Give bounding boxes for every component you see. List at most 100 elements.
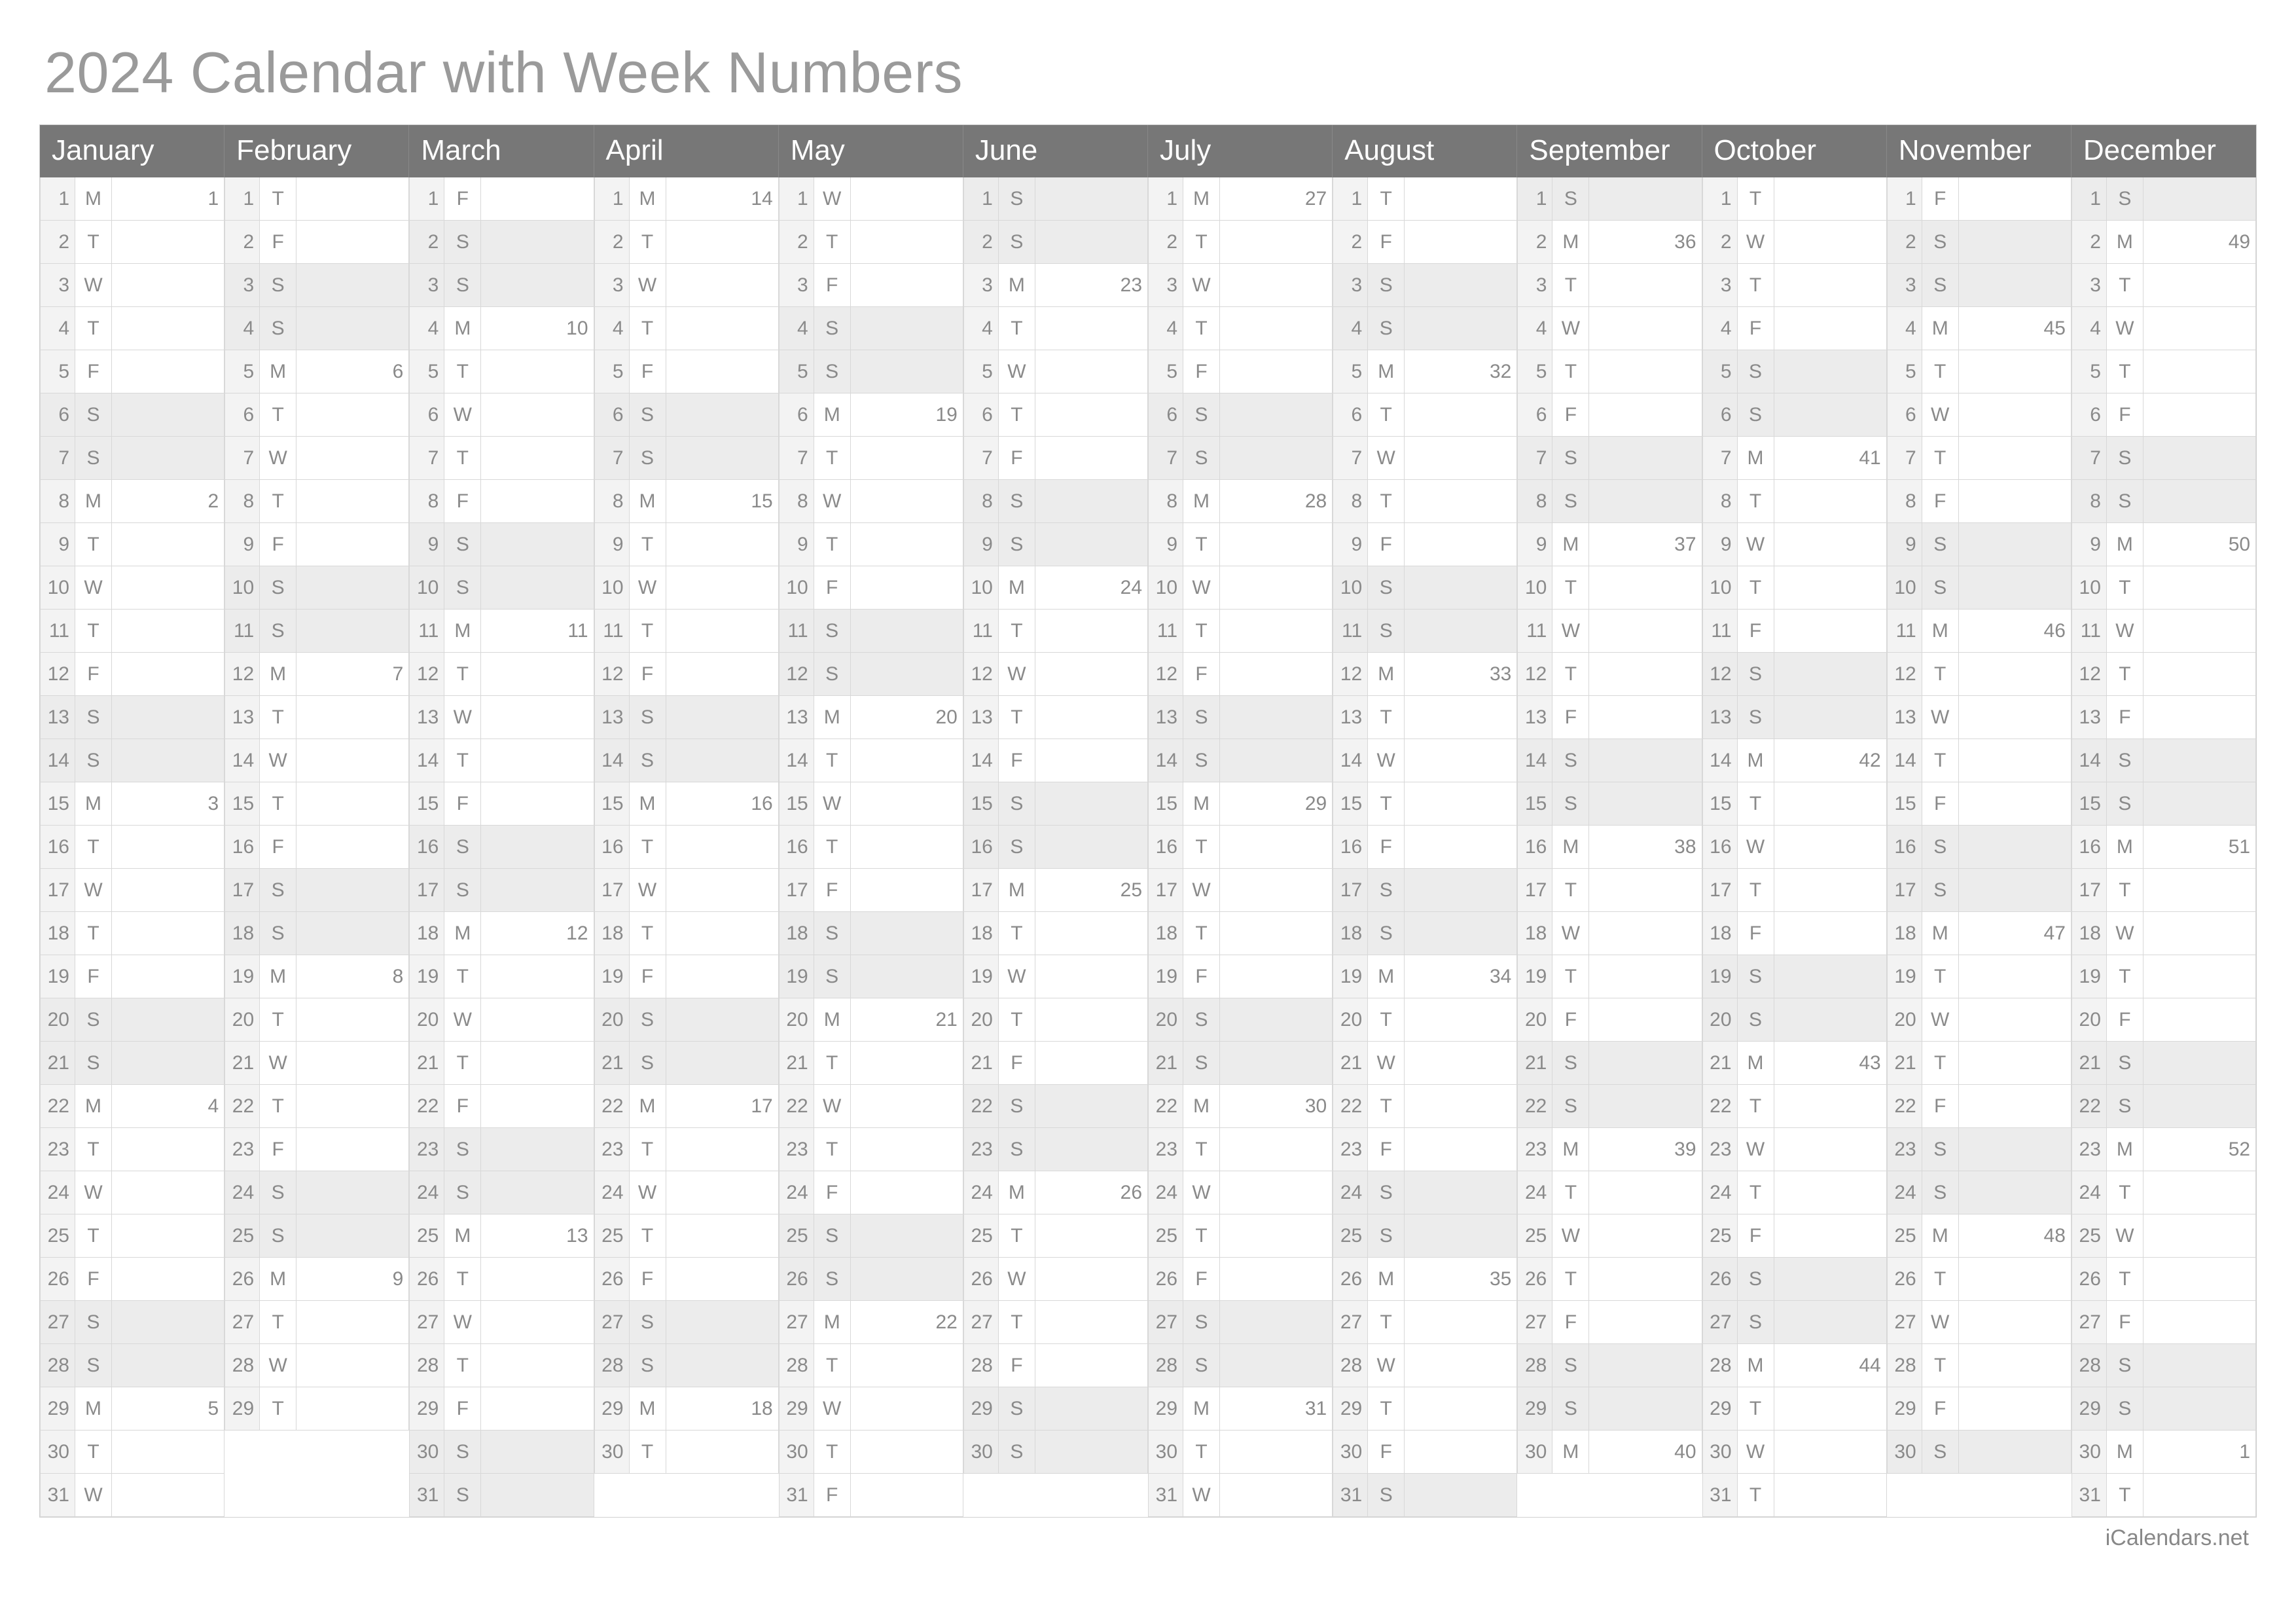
- week-number-cell: [666, 610, 779, 653]
- day-number: 13: [40, 696, 75, 739]
- week-number-cell: [1774, 566, 1887, 610]
- week-number-cell: [112, 350, 224, 393]
- day-number: 25: [2072, 1214, 2107, 1258]
- day-of-week: F: [1552, 998, 1589, 1042]
- week-number-cell: [481, 826, 594, 869]
- month-column: May1W2T3F4S5S6M197T8W9T10F11S12S13M2014T…: [779, 125, 963, 1517]
- week-number-cell: [1774, 610, 1887, 653]
- day-number: 18: [1148, 912, 1183, 955]
- day-row: 15M29: [1148, 782, 1333, 826]
- week-number-cell: [1589, 782, 1702, 826]
- week-number-cell: [1405, 1171, 1517, 1214]
- week-number-cell: [666, 566, 779, 610]
- day-row: 6S: [1148, 393, 1333, 437]
- day-number: 3: [963, 264, 999, 307]
- week-number-cell: [666, 264, 779, 307]
- day-number: 18: [779, 912, 814, 955]
- week-number-cell: [296, 264, 409, 307]
- day-number: 19: [1517, 955, 1552, 998]
- week-number-cell: [1959, 782, 2072, 826]
- day-of-week: F: [1552, 1301, 1589, 1344]
- day-of-week: T: [260, 177, 296, 221]
- day-number: 23: [963, 1128, 999, 1171]
- day-row: 9M37: [1517, 523, 1702, 566]
- day-of-week: T: [1738, 480, 1774, 523]
- day-of-week: T: [999, 998, 1035, 1042]
- day-number: 7: [1333, 437, 1368, 480]
- week-number-cell: [1405, 1214, 1517, 1258]
- day-of-week: F: [1368, 523, 1405, 566]
- day-row: 7S: [1148, 437, 1333, 480]
- day-row: 10F: [779, 566, 963, 610]
- week-number-cell: 1: [112, 177, 224, 221]
- day-number: [224, 1431, 260, 1474]
- day-number: 2: [594, 221, 630, 264]
- week-number-cell: [851, 955, 963, 998]
- day-number: 7: [1887, 437, 1922, 480]
- day-number: 15: [1887, 782, 1922, 826]
- day-row: 6W: [409, 393, 594, 437]
- day-of-week: F: [260, 826, 296, 869]
- day-of-week: S: [630, 437, 666, 480]
- day-number: 15: [2072, 782, 2107, 826]
- week-number-cell: [851, 869, 963, 912]
- day-of-week: T: [1738, 1171, 1774, 1214]
- day-number: 4: [1148, 307, 1183, 350]
- day-of-week: S: [1922, 566, 1959, 610]
- day-row: 29W: [779, 1387, 963, 1431]
- day-number: 7: [1148, 437, 1183, 480]
- week-number-cell: [296, 739, 409, 782]
- day-row: 16M38: [1517, 826, 1702, 869]
- day-number: 7: [779, 437, 814, 480]
- day-of-week: M: [630, 177, 666, 221]
- day-number: 7: [40, 437, 75, 480]
- day-of-week: W: [260, 739, 296, 782]
- day-number: 21: [1702, 1042, 1738, 1085]
- day-number: 8: [1333, 480, 1368, 523]
- week-number-cell: [1959, 437, 2072, 480]
- day-of-week: T: [1368, 1387, 1405, 1431]
- day-number: 26: [224, 1258, 260, 1301]
- week-number-cell: [112, 264, 224, 307]
- day-of-week: T: [260, 998, 296, 1042]
- day-number: 13: [1517, 696, 1552, 739]
- day-row: 10S: [1333, 566, 1517, 610]
- day-number: 8: [594, 480, 630, 523]
- week-number-cell: [1220, 1171, 1333, 1214]
- day-number: 16: [1148, 826, 1183, 869]
- week-number-cell: [481, 1387, 594, 1431]
- week-number-cell: [851, 610, 963, 653]
- day-row: 9T: [1148, 523, 1333, 566]
- day-row: [1887, 1474, 2072, 1517]
- day-row: 18M47: [1887, 912, 2072, 955]
- day-of-week: F: [260, 221, 296, 264]
- day-number: 3: [1887, 264, 1922, 307]
- day-of-week: T: [999, 307, 1035, 350]
- week-number-cell: [1589, 1301, 1702, 1344]
- day-of-week: M: [630, 782, 666, 826]
- day-of-week: T: [444, 1042, 481, 1085]
- day-of-week: W: [1922, 696, 1959, 739]
- month-header: April: [594, 125, 779, 177]
- day-number: 5: [1887, 350, 1922, 393]
- day-row: 16T: [779, 826, 963, 869]
- day-of-week: W: [1552, 1214, 1589, 1258]
- week-number-cell: [296, 1431, 409, 1474]
- week-number-cell: 32: [1405, 350, 1517, 393]
- day-of-week: T: [75, 826, 112, 869]
- day-of-week: T: [630, 523, 666, 566]
- day-number: 28: [779, 1344, 814, 1387]
- day-row: 17T: [2072, 869, 2256, 912]
- week-number-cell: [1405, 1042, 1517, 1085]
- week-number-cell: [296, 1301, 409, 1344]
- day-of-week: M: [75, 480, 112, 523]
- week-number-cell: [666, 393, 779, 437]
- week-number-cell: [481, 1258, 594, 1301]
- day-row: 28S: [40, 1344, 224, 1387]
- day-number: 16: [2072, 826, 2107, 869]
- day-row: 13F: [2072, 696, 2256, 739]
- day-number: 12: [963, 653, 999, 696]
- day-of-week: [630, 1474, 666, 1517]
- day-number: 3: [1333, 264, 1368, 307]
- day-of-week: S: [999, 1431, 1035, 1474]
